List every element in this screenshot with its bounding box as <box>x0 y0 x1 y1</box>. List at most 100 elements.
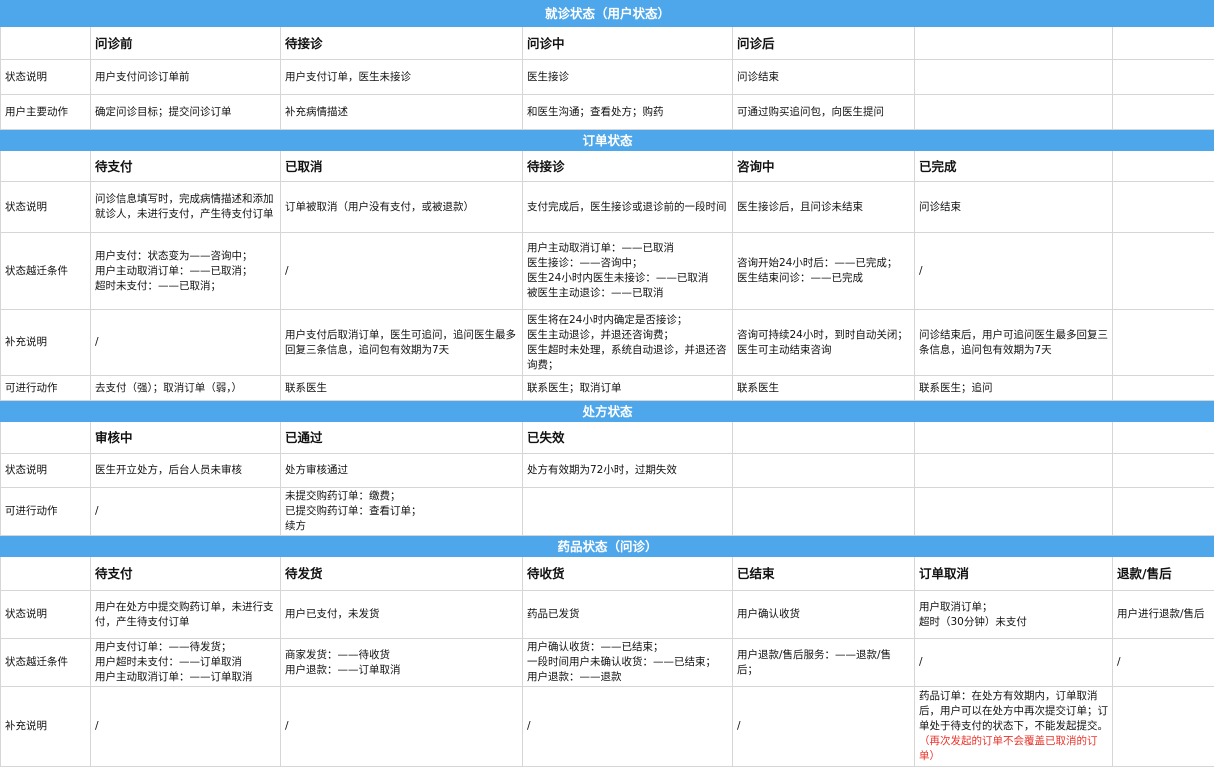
header-cell[interactable]: 待收货 <box>522 556 733 591</box>
table-cell[interactable]: 用户已支付，未发货 <box>280 590 523 639</box>
table-cell[interactable]: 用户支付订单：——待发货； 用户超时未支付：——订单取消 用户主动取消订单：——… <box>90 638 281 687</box>
table-cell[interactable]: 用户支付订单，医生未接诊 <box>280 59 523 95</box>
empty-cell[interactable] <box>0 421 91 454</box>
row-label[interactable]: 补充说明 <box>0 686 91 767</box>
header-cell[interactable]: 问诊中 <box>522 26 733 60</box>
empty-cell[interactable] <box>732 421 915 454</box>
row-label[interactable]: 状态越迁条件 <box>0 232 91 310</box>
table-cell[interactable]: 联系医生；取消订单 <box>522 375 733 401</box>
table-cell[interactable]: 联系医生；追问 <box>914 375 1113 401</box>
row-label[interactable]: 可进行动作 <box>0 375 91 401</box>
table-cell[interactable]: 咨询可持续24小时，到时自动关闭； 医生可主动结束咨询 <box>732 309 915 376</box>
table-cell[interactable]: 用户确认收货：——已结束； 一段时间用户未确认收货：——已结束； 用户退款：——… <box>522 638 733 687</box>
header-cell[interactable]: 咨询中 <box>732 150 915 182</box>
table-cell[interactable]: / <box>280 686 523 767</box>
table-cell[interactable]: 用户退款/售后服务：——退款/售后； <box>732 638 915 687</box>
header-cell[interactable]: 订单取消 <box>914 556 1113 591</box>
empty-cell[interactable] <box>1111 59 1214 95</box>
table-cell[interactable]: 补充病情描述 <box>280 94 523 130</box>
row-label[interactable]: 状态说明 <box>0 590 91 639</box>
empty-cell[interactable] <box>0 26 91 60</box>
row-label[interactable]: 用户主要动作 <box>0 94 91 130</box>
empty-cell[interactable] <box>914 421 1113 454</box>
header-cell[interactable]: 待支付 <box>90 150 281 182</box>
header-cell[interactable]: 待接诊 <box>280 26 523 60</box>
table-cell[interactable]: 医生将在24小时内确定是否接诊； 医生主动退诊，并退还咨询费； 医生超时未处理，… <box>522 309 733 376</box>
table-cell[interactable]: 商家发货：——待收货 用户退款：——订单取消 <box>280 638 523 687</box>
table-cell[interactable]: / <box>914 638 1113 687</box>
table-cell[interactable]: 支付完成后，医生接诊或退诊前的一段时间 <box>522 181 733 233</box>
table-cell[interactable]: / <box>90 686 281 767</box>
empty-cell[interactable] <box>1111 421 1214 454</box>
table-cell[interactable]: 用户支付问诊订单前 <box>90 59 281 95</box>
empty-cell[interactable] <box>732 453 915 488</box>
table-cell[interactable]: 用户取消订单； 超时（30分钟）未支付 <box>914 590 1113 639</box>
table-cell[interactable]: 去支付（强）；取消订单（弱，） <box>90 375 281 401</box>
header-cell[interactable]: 已取消 <box>280 150 523 182</box>
table-cell[interactable]: / <box>90 309 281 376</box>
table-cell[interactable]: 处方有效期为72小时，过期失效 <box>522 453 733 488</box>
table-cell[interactable]: 用户进行退款/售后 <box>1111 590 1214 639</box>
header-cell[interactable]: 审核中 <box>90 421 281 454</box>
empty-cell[interactable] <box>0 556 91 591</box>
table-cell[interactable]: / <box>914 232 1113 310</box>
empty-cell[interactable] <box>732 487 915 536</box>
row-label[interactable]: 状态说明 <box>0 181 91 233</box>
empty-cell[interactable] <box>1111 309 1214 376</box>
empty-cell[interactable] <box>1111 26 1214 60</box>
table-cell[interactable]: 问诊结束后，用户可追问医生最多回复三条信息，追问包有效期为7天 <box>914 309 1113 376</box>
table-cell[interactable]: 问诊结束 <box>914 181 1113 233</box>
table-cell[interactable]: 订单被取消（用户没有支付，或被退款） <box>280 181 523 233</box>
table-cell[interactable]: 用户支付后取消订单，医生可追问，追问医生最多回复三条信息，追问包有效期为7天 <box>280 309 523 376</box>
header-cell[interactable]: 已结束 <box>732 556 915 591</box>
table-cell[interactable]: 药品订单：在处方有效期内，订单取消后，用户可以在处方中再次提交订单；订单处于待支… <box>914 686 1113 767</box>
empty-cell[interactable] <box>914 487 1113 536</box>
table-cell[interactable]: / <box>90 487 281 536</box>
row-label[interactable]: 补充说明 <box>0 309 91 376</box>
empty-cell[interactable] <box>914 94 1113 130</box>
table-cell[interactable]: 用户在处方中提交购药订单，未进行支付，产生待支付订单 <box>90 590 281 639</box>
empty-cell[interactable] <box>1111 232 1214 310</box>
empty-cell[interactable] <box>1111 150 1214 182</box>
table-cell[interactable]: / <box>280 232 523 310</box>
table-cell[interactable]: 确定问诊目标；提交问诊订单 <box>90 94 281 130</box>
empty-cell[interactable] <box>1111 94 1214 130</box>
table-cell[interactable]: 用户确认收货 <box>732 590 915 639</box>
header-cell[interactable]: 待支付 <box>90 556 281 591</box>
table-cell[interactable]: 问诊结束 <box>732 59 915 95</box>
header-cell[interactable]: 待接诊 <box>522 150 733 182</box>
table-cell[interactable]: 未提交购药订单：缴费； 已提交购药订单：查看订单； 续方 <box>280 487 523 536</box>
table-cell[interactable]: 处方审核通过 <box>280 453 523 488</box>
table-cell[interactable] <box>522 487 733 536</box>
table-cell[interactable]: 医生开立处方，后台人员未审核 <box>90 453 281 488</box>
table-cell[interactable] <box>1111 686 1214 767</box>
empty-cell[interactable] <box>914 26 1113 60</box>
row-label[interactable]: 状态说明 <box>0 59 91 95</box>
table-cell[interactable]: 用户支付：状态变为——咨询中； 用户主动取消订单：——已取消； 超时未支付：——… <box>90 232 281 310</box>
empty-cell[interactable] <box>914 453 1113 488</box>
header-cell[interactable]: 待发货 <box>280 556 523 591</box>
table-cell[interactable]: 咨询开始24小时后：——已完成； 医生结束问诊：——已完成 <box>732 232 915 310</box>
empty-cell[interactable] <box>914 59 1113 95</box>
header-cell[interactable]: 已失效 <box>522 421 733 454</box>
empty-cell[interactable] <box>1111 453 1214 488</box>
empty-cell[interactable] <box>1111 375 1214 401</box>
header-cell[interactable]: 退款/售后 <box>1111 556 1214 591</box>
header-cell[interactable]: 问诊后 <box>732 26 915 60</box>
row-label[interactable]: 可进行动作 <box>0 487 91 536</box>
header-cell[interactable]: 已完成 <box>914 150 1113 182</box>
table-cell[interactable]: / <box>732 686 915 767</box>
table-cell[interactable]: 可通过购买追问包，向医生提问 <box>732 94 915 130</box>
table-cell[interactable]: 联系医生 <box>280 375 523 401</box>
empty-cell[interactable] <box>0 150 91 182</box>
table-cell[interactable]: / <box>522 686 733 767</box>
empty-cell[interactable] <box>1111 487 1214 536</box>
table-cell[interactable]: 和医生沟通；查看处方；购药 <box>522 94 733 130</box>
table-cell[interactable]: 医生接诊 <box>522 59 733 95</box>
table-cell[interactable]: 药品已发货 <box>522 590 733 639</box>
row-label[interactable]: 状态说明 <box>0 453 91 488</box>
table-cell[interactable]: 用户主动取消订单：——已取消 医生接诊：——咨询中； 医生24小时内医生未接诊：… <box>522 232 733 310</box>
header-cell[interactable]: 问诊前 <box>90 26 281 60</box>
empty-cell[interactable] <box>1111 181 1214 233</box>
table-cell[interactable]: 问诊信息填写时，完成病情描述和添加就诊人，未进行支付，产生待支付订单 <box>90 181 281 233</box>
